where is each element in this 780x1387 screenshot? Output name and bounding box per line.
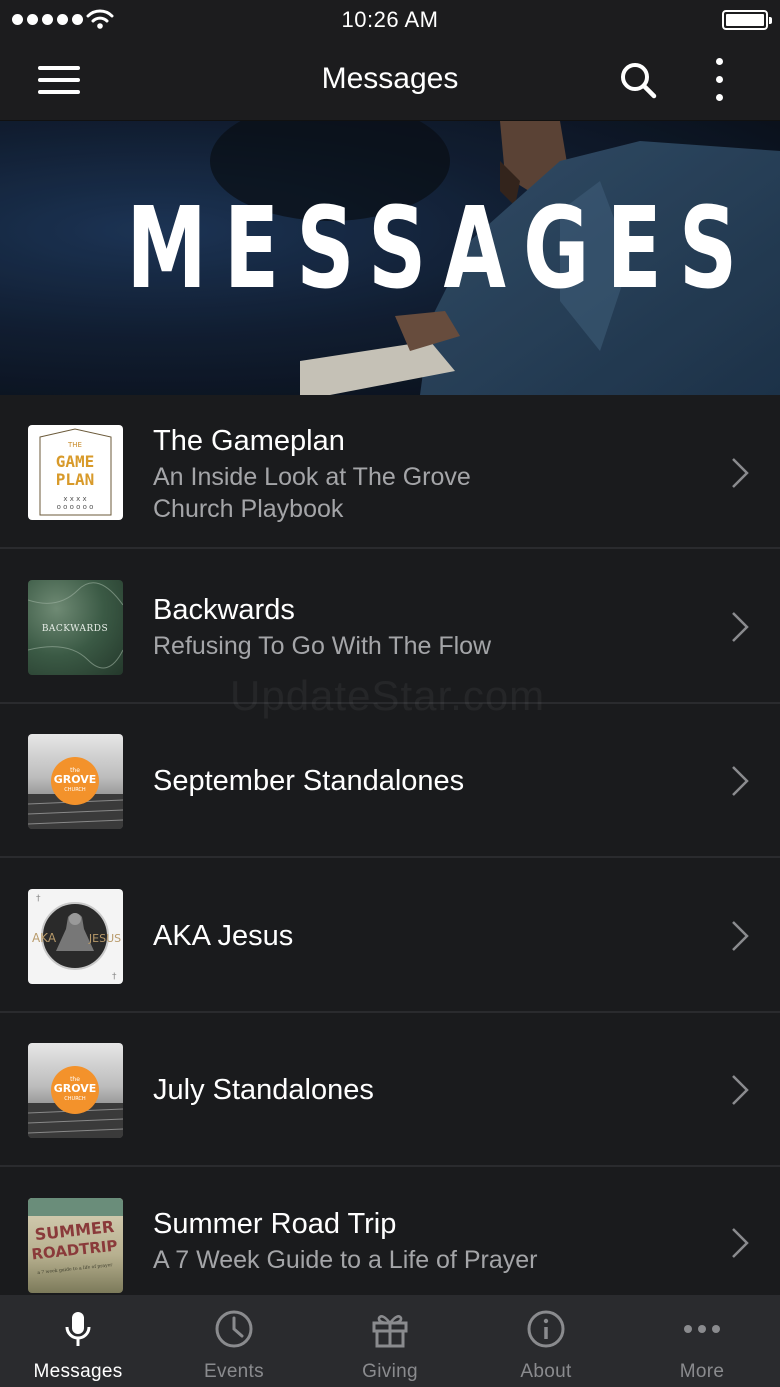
list-item[interactable]: AKA JESUS † † AKA Jesus <box>0 859 780 1013</box>
chevron-right-icon <box>732 766 749 796</box>
chevron-right-icon <box>732 1228 749 1258</box>
thumb-text: BACKWARDS <box>42 624 108 634</box>
series-title: Backwards <box>153 594 295 626</box>
series-title: July Standalones <box>153 1074 374 1106</box>
list-item-text: Summer Road Trip A 7 Week Guide to a Lif… <box>153 1206 690 1276</box>
search-icon[interactable] <box>618 60 658 100</box>
chevron-right-icon <box>732 1075 749 1105</box>
tab-events[interactable]: Events <box>156 1295 312 1387</box>
summer-road-trip-artwork: SUMMER ROADTRIP a 7 week guide to a life… <box>28 1198 123 1276</box>
thumb-text: AKA <box>32 931 57 945</box>
series-subtitle: An Inside Look at The Grove <box>153 463 471 491</box>
series-thumbnail: BACKWARDS <box>28 580 123 675</box>
list-item[interactable]: SUMMER ROADTRIP a 7 week guide to a life… <box>0 1168 780 1295</box>
hero-title: MESSAGES <box>126 184 755 314</box>
list-item-text: The Gameplan An Inside Look at The Grove… <box>153 423 690 525</box>
info-icon <box>527 1310 565 1348</box>
thumb-text: THE <box>67 441 82 449</box>
grove-church-artwork: the GROVE CHURCH <box>28 757 123 829</box>
aka-jesus-artwork: AKA JESUS † † <box>32 894 121 982</box>
watermark: UpdateStar.com <box>230 672 546 719</box>
thumb-text: JESUS <box>88 932 121 945</box>
series-title: AKA Jesus <box>153 920 294 952</box>
series-title: Summer Road Trip <box>153 1208 397 1240</box>
tab-label: Giving <box>362 1361 418 1382</box>
status-bar: 10:26 AM <box>0 0 780 40</box>
ellipsis-icon <box>684 1325 720 1333</box>
tab-more[interactable]: More <box>624 1295 780 1387</box>
list-item-text: AKA Jesus <box>153 918 690 954</box>
list-item-text: Backwards Refusing To Go With The Flow <box>153 592 690 662</box>
thumb-text: CHURCH <box>64 787 86 793</box>
page-title: Messages <box>321 62 459 95</box>
chevron-right-icon <box>732 612 749 642</box>
series-thumbnail: THE GAME PLAN x x x x o o o o o o <box>28 425 123 520</box>
grove-church-artwork: the GROVE CHURCH <box>28 1066 123 1138</box>
series-title: The Gameplan <box>153 425 345 457</box>
gameplan-artwork: THE GAME PLAN x x x x o o o o o o <box>39 428 112 516</box>
gift-icon <box>372 1315 408 1348</box>
tab-label: More <box>679 1361 725 1382</box>
tab-bar: Messages Events Giving About More <box>0 1295 780 1387</box>
list-item-text: July Standalones <box>153 1072 690 1108</box>
tab-label: Events <box>204 1361 264 1382</box>
series-subtitle: A 7 Week Guide to a Life of Prayer <box>153 1246 538 1274</box>
list-item[interactable]: the GROVE CHURCH July Standalones <box>0 1013 780 1167</box>
list-item[interactable]: the GROVE CHURCH September Standalones <box>0 704 780 858</box>
thumb-text: PLAN <box>56 470 95 489</box>
status-time: 10:26 AM <box>341 7 439 32</box>
chevron-right-icon <box>732 921 749 951</box>
thumb-text: GAME <box>56 452 95 471</box>
series-subtitle: Church Playbook <box>153 495 344 523</box>
thumb-text: CHURCH <box>64 1096 86 1102</box>
backwards-artwork: BACKWARDS <box>28 582 123 669</box>
series-thumbnail: the GROVE CHURCH <box>28 734 123 829</box>
thumb-text: GROVE <box>54 773 97 786</box>
series-subtitle: Refusing To Go With The Flow <box>153 632 492 660</box>
series-thumbnail: AKA JESUS † † <box>28 889 123 984</box>
tab-messages[interactable]: Messages <box>0 1295 156 1387</box>
list-item[interactable]: THE GAME PLAN x x x x o o o o o o The Ga… <box>0 395 780 549</box>
tab-giving[interactable]: Giving <box>312 1295 468 1387</box>
battery-icon <box>722 10 772 30</box>
list-item-text: September Standalones <box>153 763 690 799</box>
series-thumbnail: the GROVE CHURCH <box>28 1043 123 1138</box>
clock-icon <box>215 1310 253 1348</box>
tab-about[interactable]: About <box>468 1295 624 1387</box>
thumb-text: GROVE <box>54 1082 97 1095</box>
svg-text:x x x x: x x x x <box>63 495 86 503</box>
thumb-text: a 7 week guide to a life of prayer <box>37 1262 114 1276</box>
series-title: September Standalones <box>153 765 465 797</box>
series-list: THE GAME PLAN x x x x o o o o o o The Ga… <box>0 395 780 1295</box>
svg-text:o o o o o o: o o o o o o <box>57 503 94 511</box>
navigation-bar: Messages <box>0 40 780 121</box>
chevron-right-icon <box>732 458 749 488</box>
tab-label: Messages <box>33 1361 123 1382</box>
tab-label: About <box>520 1361 572 1382</box>
svg-text:†: † <box>112 972 117 982</box>
more-options-button[interactable] <box>706 58 734 102</box>
series-thumbnail: SUMMER ROADTRIP a 7 week guide to a life… <box>28 1198 123 1293</box>
svg-text:†: † <box>36 894 41 904</box>
microphone-icon <box>65 1312 91 1346</box>
hero-banner: MESSAGES <box>0 121 780 395</box>
